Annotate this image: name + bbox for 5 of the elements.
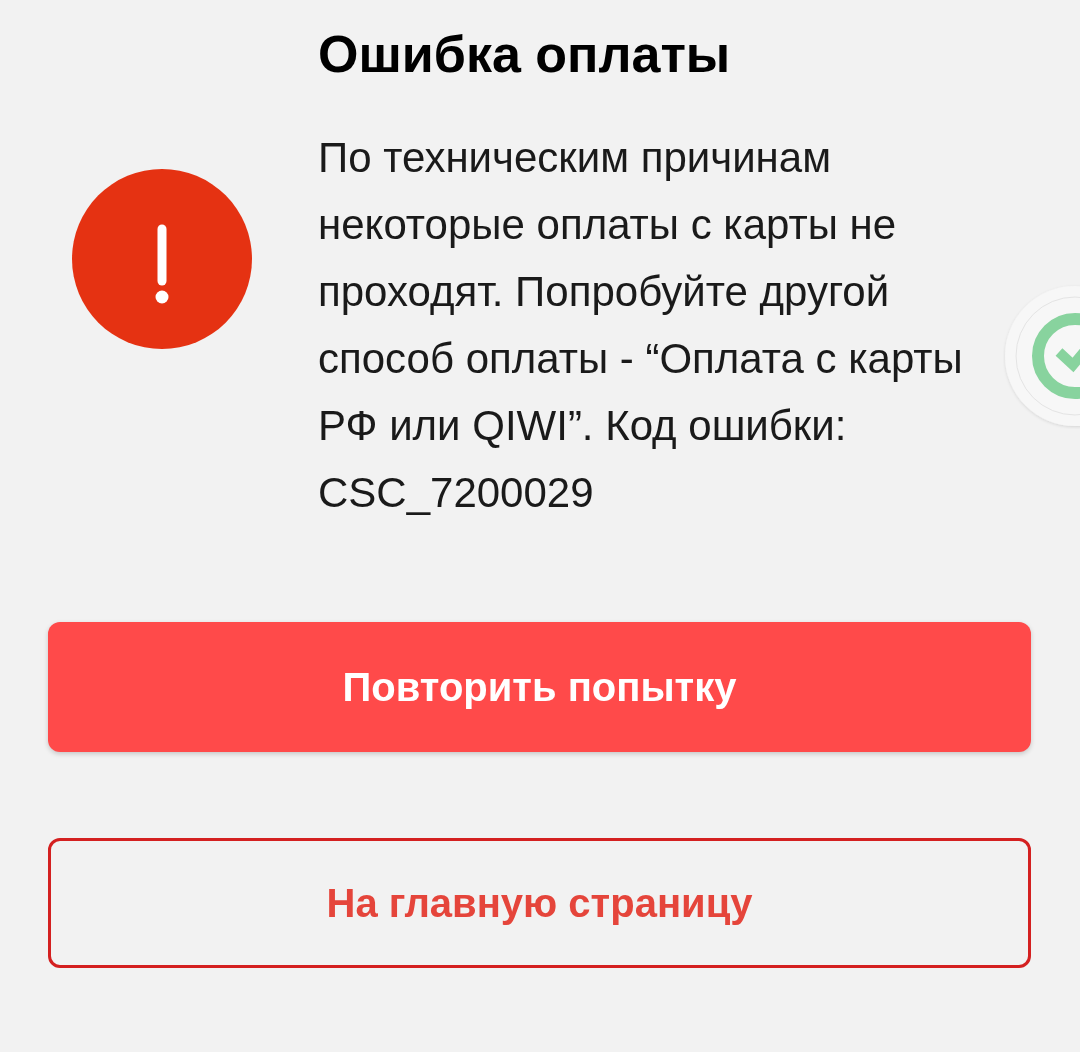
error-message: По техническим причинам некоторые оплаты с карты не проходят. Попробуйте другой способ оплаты - “Оплата с карты РФ или QIWI”. Код ошибки: CSC_7200029 (318, 133, 964, 518)
home-button[interactable]: На главную страницу (48, 838, 1031, 968)
retry-button[interactable]: Повторить попытку (48, 622, 1031, 752)
exclamation-circle-icon (72, 169, 252, 349)
error-title: Ошибка оплаты (318, 24, 732, 85)
